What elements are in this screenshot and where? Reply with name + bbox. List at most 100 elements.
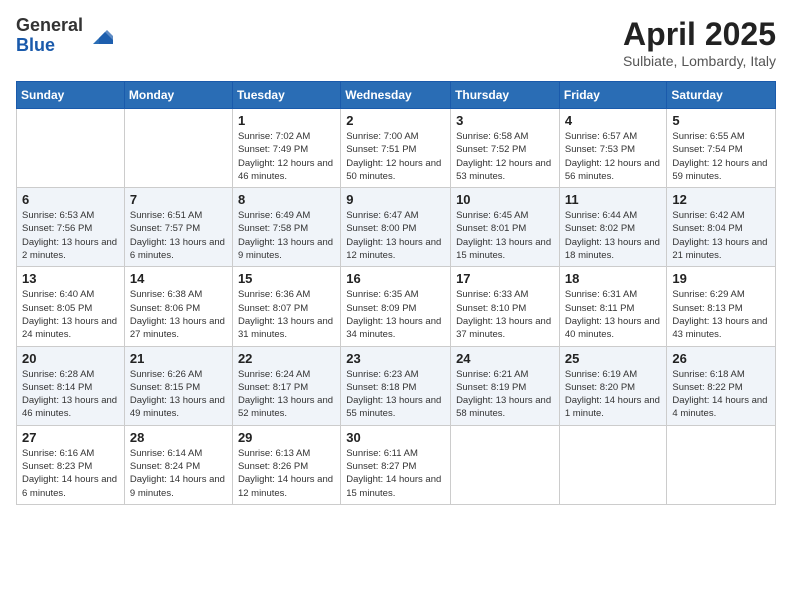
day-info: Sunrise: 6:31 AM Sunset: 8:11 PM Dayligh… — [565, 288, 662, 341]
day-number: 20 — [22, 351, 119, 366]
calendar-cell: 24 Sunrise: 6:21 AM Sunset: 8:19 PM Dayli… — [451, 346, 560, 425]
day-number: 24 — [456, 351, 554, 366]
day-number: 26 — [672, 351, 770, 366]
day-info: Sunrise: 6:36 AM Sunset: 8:07 PM Dayligh… — [238, 288, 335, 341]
day-info: Sunrise: 6:13 AM Sunset: 8:26 PM Dayligh… — [238, 447, 335, 500]
day-number: 27 — [22, 430, 119, 445]
calendar-cell: 15 Sunrise: 6:36 AM Sunset: 8:07 PM Dayli… — [232, 267, 340, 346]
calendar-week-row: 27 Sunrise: 6:16 AM Sunset: 8:23 PM Dayli… — [17, 425, 776, 504]
calendar-week-row: 13 Sunrise: 6:40 AM Sunset: 8:05 PM Dayli… — [17, 267, 776, 346]
calendar-cell: 30Sunrise: 6:11 AM Sunset: 8:27 PM Dayli… — [341, 425, 451, 504]
calendar-cell: 8 Sunrise: 6:49 AM Sunset: 7:58 PM Daylig… — [232, 188, 340, 267]
calendar-week-row: 6 Sunrise: 6:53 AM Sunset: 7:56 PM Daylig… — [17, 188, 776, 267]
day-header-thursday: Thursday — [451, 82, 560, 109]
day-info: Sunrise: 6:33 AM Sunset: 8:10 PM Dayligh… — [456, 288, 554, 341]
day-number: 29 — [238, 430, 335, 445]
calendar-cell: 4 Sunrise: 6:57 AM Sunset: 7:53 PM Daylig… — [559, 109, 667, 188]
day-number: 15 — [238, 271, 335, 286]
day-number: 13 — [22, 271, 119, 286]
calendar-cell: 22 Sunrise: 6:24 AM Sunset: 8:17 PM Dayli… — [232, 346, 340, 425]
logo-general-text: General — [16, 16, 83, 36]
day-number: 25 — [565, 351, 662, 366]
day-info: Sunrise: 6:21 AM Sunset: 8:19 PM Dayligh… — [456, 368, 554, 421]
calendar-cell: 10 Sunrise: 6:45 AM Sunset: 8:01 PM Dayli… — [451, 188, 560, 267]
calendar-cell: 1 Sunrise: 7:02 AM Sunset: 7:49 PM Daylig… — [232, 109, 340, 188]
calendar-cell: 5 Sunrise: 6:55 AM Sunset: 7:54 PM Daylig… — [667, 109, 776, 188]
day-number: 6 — [22, 192, 119, 207]
day-number: 21 — [130, 351, 227, 366]
calendar-cell: 7Sunrise: 6:51 AM Sunset: 7:57 PM Daylig… — [124, 188, 232, 267]
calendar-week-row: 1 Sunrise: 7:02 AM Sunset: 7:49 PM Daylig… — [17, 109, 776, 188]
day-info: Sunrise: 6:55 AM Sunset: 7:54 PM Dayligh… — [672, 130, 770, 183]
day-info: Sunrise: 6:19 AM Sunset: 8:20 PM Dayligh… — [565, 368, 662, 421]
day-number: 4 — [565, 113, 662, 128]
day-header-monday: Monday — [124, 82, 232, 109]
calendar-table: SundayMondayTuesdayWednesdayThursdayFrid… — [16, 81, 776, 505]
calendar-cell — [17, 109, 125, 188]
month-title: April 2025 — [623, 16, 776, 53]
day-number: 22 — [238, 351, 335, 366]
calendar-cell: 27 Sunrise: 6:16 AM Sunset: 8:23 PM Dayli… — [17, 425, 125, 504]
day-info: Sunrise: 6:51 AM Sunset: 7:57 PM Dayligh… — [130, 209, 227, 262]
calendar-cell — [124, 109, 232, 188]
day-info: Sunrise: 6:29 AM Sunset: 8:13 PM Dayligh… — [672, 288, 770, 341]
day-info: Sunrise: 6:53 AM Sunset: 7:56 PM Dayligh… — [22, 209, 119, 262]
calendar-cell: 13 Sunrise: 6:40 AM Sunset: 8:05 PM Dayli… — [17, 267, 125, 346]
day-info: Sunrise: 6:45 AM Sunset: 8:01 PM Dayligh… — [456, 209, 554, 262]
day-info: Sunrise: 6:40 AM Sunset: 8:05 PM Dayligh… — [22, 288, 119, 341]
day-number: 30 — [346, 430, 445, 445]
calendar-cell: 19 Sunrise: 6:29 AM Sunset: 8:13 PM Dayli… — [667, 267, 776, 346]
calendar-week-row: 20 Sunrise: 6:28 AM Sunset: 8:14 PM Dayli… — [17, 346, 776, 425]
day-number: 14 — [130, 271, 227, 286]
page-header: General Blue April 2025 Sulbiate, Lombar… — [16, 16, 776, 69]
calendar-cell: 23 Sunrise: 6:23 AM Sunset: 8:18 PM Dayli… — [341, 346, 451, 425]
day-number: 23 — [346, 351, 445, 366]
day-info: Sunrise: 6:44 AM Sunset: 8:02 PM Dayligh… — [565, 209, 662, 262]
location-text: Sulbiate, Lombardy, Italy — [623, 53, 776, 69]
calendar-cell — [559, 425, 667, 504]
day-info: Sunrise: 6:49 AM Sunset: 7:58 PM Dayligh… — [238, 209, 335, 262]
calendar-cell: 6 Sunrise: 6:53 AM Sunset: 7:56 PM Daylig… — [17, 188, 125, 267]
day-info: Sunrise: 6:58 AM Sunset: 7:52 PM Dayligh… — [456, 130, 554, 183]
calendar-cell: 25 Sunrise: 6:19 AM Sunset: 8:20 PM Dayli… — [559, 346, 667, 425]
day-number: 19 — [672, 271, 770, 286]
day-info: Sunrise: 6:24 AM Sunset: 8:17 PM Dayligh… — [238, 368, 335, 421]
calendar-cell: 3 Sunrise: 6:58 AM Sunset: 7:52 PM Daylig… — [451, 109, 560, 188]
day-info: Sunrise: 6:18 AM Sunset: 8:22 PM Dayligh… — [672, 368, 770, 421]
day-number: 28 — [130, 430, 227, 445]
day-number: 18 — [565, 271, 662, 286]
calendar-cell: 2 Sunrise: 7:00 AM Sunset: 7:51 PM Daylig… — [341, 109, 451, 188]
day-info: Sunrise: 6:28 AM Sunset: 8:14 PM Dayligh… — [22, 368, 119, 421]
day-number: 1 — [238, 113, 335, 128]
calendar-cell — [667, 425, 776, 504]
day-header-tuesday: Tuesday — [232, 82, 340, 109]
calendar-cell: 29 Sunrise: 6:13 AM Sunset: 8:26 PM Dayli… — [232, 425, 340, 504]
calendar-cell: 11Sunrise: 6:44 AM Sunset: 8:02 PM Dayli… — [559, 188, 667, 267]
logo: General Blue — [16, 16, 113, 56]
day-info: Sunrise: 6:47 AM Sunset: 8:00 PM Dayligh… — [346, 209, 445, 262]
day-header-friday: Friday — [559, 82, 667, 109]
day-info: Sunrise: 6:42 AM Sunset: 8:04 PM Dayligh… — [672, 209, 770, 262]
day-number: 17 — [456, 271, 554, 286]
day-number: 8 — [238, 192, 335, 207]
day-number: 12 — [672, 192, 770, 207]
calendar-cell: 12 Sunrise: 6:42 AM Sunset: 8:04 PM Dayli… — [667, 188, 776, 267]
day-info: Sunrise: 6:57 AM Sunset: 7:53 PM Dayligh… — [565, 130, 662, 183]
day-header-saturday: Saturday — [667, 82, 776, 109]
logo-icon — [85, 22, 113, 50]
calendar-cell — [451, 425, 560, 504]
day-info: Sunrise: 6:26 AM Sunset: 8:15 PM Dayligh… — [130, 368, 227, 421]
calendar-cell: 20 Sunrise: 6:28 AM Sunset: 8:14 PM Dayli… — [17, 346, 125, 425]
day-number: 3 — [456, 113, 554, 128]
day-number: 16 — [346, 271, 445, 286]
day-info: Sunrise: 7:00 AM Sunset: 7:51 PM Dayligh… — [346, 130, 445, 183]
day-info: Sunrise: 7:02 AM Sunset: 7:49 PM Dayligh… — [238, 130, 335, 183]
day-number: 10 — [456, 192, 554, 207]
day-number: 2 — [346, 113, 445, 128]
calendar-cell: 21 Sunrise: 6:26 AM Sunset: 8:15 PM Dayli… — [124, 346, 232, 425]
calendar-cell: 16Sunrise: 6:35 AM Sunset: 8:09 PM Dayli… — [341, 267, 451, 346]
day-info: Sunrise: 6:23 AM Sunset: 8:18 PM Dayligh… — [346, 368, 445, 421]
day-info: Sunrise: 6:16 AM Sunset: 8:23 PM Dayligh… — [22, 447, 119, 500]
day-number: 5 — [672, 113, 770, 128]
day-header-sunday: Sunday — [17, 82, 125, 109]
